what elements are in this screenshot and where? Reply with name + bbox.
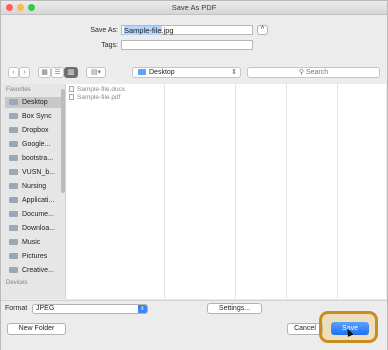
arrange-icon: ▤▾: [90, 69, 102, 76]
format-label: Format: [5, 305, 28, 312]
sidebar-item-label: Music: [22, 239, 41, 246]
list-icon: ☰: [54, 69, 61, 76]
location-popup[interactable]: Desktop ⇕: [132, 67, 241, 78]
sidebar-item-label: VUSN_b...: [22, 169, 56, 176]
browser-column: Sample-file.docx Sample-file.pdf: [66, 84, 165, 299]
save-dialog: Save As PDF Save As: Sample-file.jpg ^ T…: [0, 0, 388, 350]
sidebar-item-downloads[interactable]: Downloa...: [5, 223, 63, 234]
filename-extension: .jpg: [161, 26, 174, 35]
list-view-button[interactable]: ☰: [51, 67, 64, 78]
applications-icon: [9, 197, 18, 203]
cancel-button[interactable]: Cancel: [287, 323, 323, 335]
sidebar-scrollbar[interactable]: [61, 89, 65, 193]
folder-icon: [9, 267, 18, 273]
sidebar-item-label: Creative...: [22, 267, 54, 274]
downloads-icon: [9, 225, 18, 231]
file-name: Sample-file.pdf: [77, 94, 121, 101]
file-item-pdf[interactable]: Sample-file.pdf: [69, 94, 120, 101]
favorites-header: Favorites: [6, 87, 31, 93]
sidebar-item-label: Docume...: [22, 211, 54, 218]
sidebar-item-label: Google...: [22, 141, 51, 148]
sidebar-item-nursing[interactable]: Nursing: [5, 181, 63, 192]
document-icon: [69, 94, 74, 100]
updown-chevron-icon: ⇕: [138, 305, 147, 313]
desktop-icon: [9, 99, 18, 105]
sidebar-item-applications[interactable]: Applicati...: [5, 195, 63, 206]
sidebar-item-documents[interactable]: Docume...: [5, 209, 63, 220]
sidebar-item-label: bootstra...: [22, 155, 54, 162]
browser-column: [287, 84, 338, 299]
file-browser: Sample-file.docx Sample-file.pdf: [66, 84, 386, 299]
location-label: Desktop: [149, 69, 175, 76]
columns-icon: ▥: [67, 69, 75, 76]
sidebar-item-pictures[interactable]: Pictures: [5, 251, 63, 262]
chevron-right-icon: ›: [23, 69, 26, 76]
chevron-up-icon: ^: [260, 26, 265, 33]
save-as-label: Save As:: [90, 27, 118, 34]
settings-button[interactable]: Settings...: [207, 303, 262, 314]
sidebar-item-label: Pictures: [22, 253, 48, 260]
documents-icon: [9, 211, 18, 217]
file-item-docx[interactable]: Sample-file.docx: [69, 86, 125, 93]
folder-icon: [138, 69, 146, 75]
folder-icon: [9, 155, 18, 161]
folder-icon: [9, 141, 18, 147]
dropbox-icon: [9, 127, 18, 133]
sidebar-item-google[interactable]: Google...: [5, 139, 63, 150]
browser-column: [165, 84, 236, 299]
sidebar-item-label: Downloa...: [22, 225, 56, 232]
sidebar: Favorites Desktop Box Sync Dropbox Googl…: [2, 84, 66, 299]
back-button[interactable]: ‹: [8, 67, 19, 78]
icon-view-button[interactable]: ▦: [38, 67, 51, 78]
sidebar-item-bootstrap[interactable]: bootstra...: [5, 153, 63, 164]
browser-column: [236, 84, 287, 299]
chevron-left-icon: ‹: [12, 69, 15, 76]
sidebar-item-label: Nursing: [22, 183, 47, 190]
sidebar-item-music[interactable]: Music: [5, 237, 63, 248]
search-icon: ⚲: [298, 69, 304, 76]
format-popup[interactable]: JPEG ⇕: [32, 304, 148, 314]
tags-label: Tags:: [101, 42, 118, 49]
window-title: Save As PDF: [171, 3, 217, 12]
music-icon: [9, 239, 18, 245]
new-folder-button[interactable]: New Folder: [7, 323, 66, 335]
sidebar-item-vusn[interactable]: VUSN_b...: [5, 167, 63, 178]
format-value: JPEG: [36, 305, 55, 312]
arrange-button[interactable]: ▤▾: [86, 67, 106, 78]
sidebar-item-desktop[interactable]: Desktop: [5, 97, 63, 108]
sidebar-item-box-sync[interactable]: Box Sync: [5, 111, 63, 122]
file-name: Sample-file.docx: [77, 86, 126, 93]
search-field[interactable]: ⚲ Search: [247, 67, 380, 78]
forward-button[interactable]: ›: [19, 67, 30, 78]
expand-dialog-button[interactable]: ^: [257, 25, 268, 35]
sidebar-item-label: Box Sync: [22, 113, 52, 120]
filename-selection: Sample-file: [124, 26, 162, 35]
updown-chevron-icon: ⇕: [231, 69, 237, 76]
sidebar-item-label: Applicati...: [22, 197, 55, 204]
folder-icon: [9, 169, 18, 175]
tags-field[interactable]: [121, 40, 253, 50]
sidebar-item-dropbox[interactable]: Dropbox: [5, 125, 63, 136]
document-icon: [69, 86, 74, 92]
sidebar-item-label: Desktop: [22, 99, 48, 106]
search-placeholder: Search: [305, 69, 329, 76]
save-as-field[interactable]: Sample-file.jpg: [121, 25, 253, 35]
sidebar-item-creative[interactable]: Creative...: [5, 265, 63, 276]
devices-header: Devices: [6, 280, 28, 286]
sidebar-item-label: Dropbox: [22, 127, 49, 134]
folder-icon: [9, 183, 18, 189]
box-icon: [9, 113, 18, 119]
pictures-icon: [9, 253, 18, 259]
column-view-button[interactable]: ▥: [64, 67, 78, 78]
grid-icon: ▦: [41, 69, 48, 76]
title-bar: Save As PDF: [1, 1, 387, 15]
